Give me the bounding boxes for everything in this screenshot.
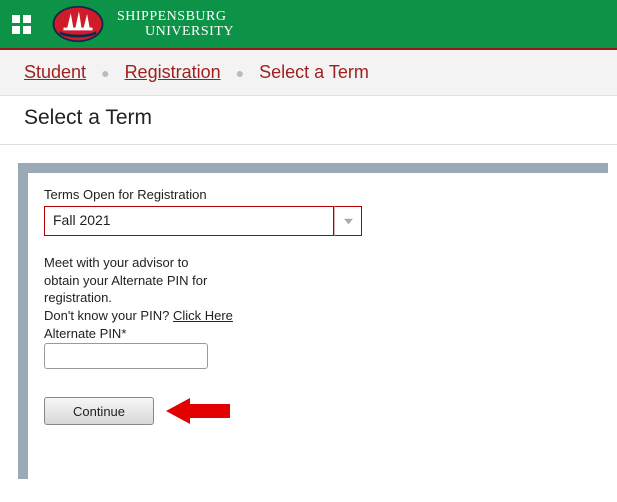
form-panel: Terms Open for Registration Fall 2021 Me… — [28, 173, 608, 479]
page-title: Select a Term — [0, 96, 617, 145]
breadcrumb-current: Select a Term — [259, 62, 369, 82]
breadcrumb-separator: ● — [101, 65, 109, 81]
breadcrumb-separator: ● — [236, 65, 244, 81]
alternate-pin-input[interactable] — [44, 343, 208, 369]
logo[interactable]: SHIPPENSBURG UNIVERSITY — [49, 4, 234, 44]
breadcrumb-registration[interactable]: Registration — [125, 62, 221, 82]
pointer-arrow-icon — [166, 398, 230, 424]
apps-icon[interactable] — [12, 15, 31, 34]
app-header: SHIPPENSBURG UNIVERSITY — [0, 0, 617, 50]
advisor-instructions: Meet with your advisor to obtain your Al… — [44, 254, 244, 324]
continue-button[interactable]: Continue — [44, 397, 154, 425]
breadcrumb-student[interactable]: Student — [24, 62, 86, 82]
breadcrumb: Student ● Registration ● Select a Term — [0, 50, 617, 96]
university-name: SHIPPENSBURG UNIVERSITY — [117, 9, 234, 40]
term-select[interactable]: Fall 2021 — [44, 206, 592, 236]
ship-logo-icon — [49, 4, 107, 44]
term-select-value[interactable]: Fall 2021 — [44, 206, 334, 236]
chevron-down-icon[interactable] — [334, 206, 362, 236]
content-frame: Terms Open for Registration Fall 2021 Me… — [18, 163, 608, 479]
pin-label: Alternate PIN* — [44, 326, 592, 341]
terms-label: Terms Open for Registration — [44, 187, 592, 202]
click-here-link[interactable]: Click Here — [173, 308, 233, 323]
